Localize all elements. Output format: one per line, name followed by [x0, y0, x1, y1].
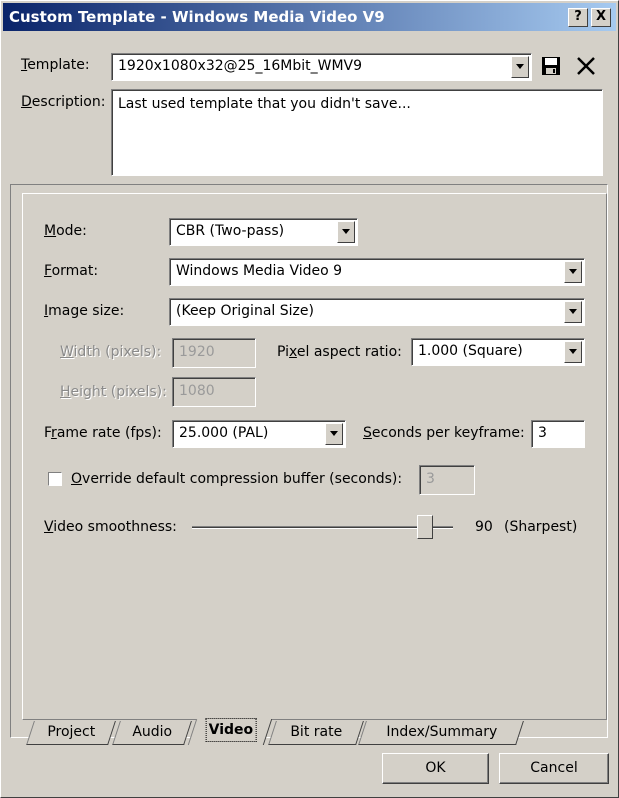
- help-button[interactable]: ?: [568, 8, 588, 27]
- frame-rate-combo[interactable]: 25.000 (PAL): [172, 420, 346, 448]
- image-size-label: Image size:: [44, 303, 125, 319]
- chevron-down-icon[interactable]: [564, 301, 582, 323]
- ok-button[interactable]: OK: [382, 753, 489, 784]
- chevron-down-icon[interactable]: [325, 423, 343, 445]
- description-field[interactable]: Last used template that you didn't save.…: [111, 89, 603, 176]
- keyframe-label: Seconds per keyframe:: [363, 425, 525, 441]
- override-label[interactable]: Override default compression buffer (sec…: [71, 471, 402, 487]
- cancel-button[interactable]: Cancel: [499, 753, 609, 784]
- mode-combo[interactable]: CBR (Two-pass): [169, 218, 358, 246]
- description-label: Description:: [21, 94, 106, 110]
- override-checkbox[interactable]: [48, 472, 62, 486]
- mode-value: CBR (Two-pass): [176, 223, 285, 239]
- width-field: 1920: [172, 338, 256, 368]
- height-field: 1080: [172, 377, 256, 407]
- floppy-disk-icon[interactable]: [541, 56, 561, 76]
- x-icon[interactable]: [575, 55, 597, 77]
- chevron-down-icon[interactable]: [511, 56, 529, 78]
- override-value: 3: [426, 471, 435, 487]
- description-value: Last used template that you didn't save.…: [118, 96, 411, 112]
- pixel-aspect-value: 1.000 (Square): [418, 343, 523, 359]
- window-title: Custom Template - Windows Media Video V9: [9, 8, 385, 26]
- smoothness-slider-track[interactable]: [192, 526, 453, 529]
- format-value: Windows Media Video 9: [176, 263, 343, 279]
- frame-rate-label: Frame rate (fps):: [44, 425, 162, 441]
- tab-video[interactable]: Video: [187, 718, 273, 745]
- template-value: 1920x1080x32@25_16Mbit_WMV9: [118, 58, 363, 74]
- pixel-aspect-label: Pixel aspect ratio:: [277, 344, 402, 360]
- smoothness-desc: (Sharpest): [504, 519, 578, 535]
- chevron-down-icon[interactable]: [337, 221, 355, 243]
- tab-project[interactable]: Project: [26, 721, 116, 745]
- format-label: Format:: [44, 263, 99, 279]
- smoothness-value: 90: [475, 519, 493, 535]
- width-value: 1920: [179, 344, 215, 360]
- chevron-down-icon[interactable]: [564, 261, 582, 283]
- height-value: 1080: [179, 383, 215, 399]
- tab-bit-rate[interactable]: Bit rate: [268, 721, 364, 745]
- title-bar[interactable]: Custom Template - Windows Media Video V9…: [3, 3, 616, 31]
- height-label: Height (pixels):: [60, 384, 167, 400]
- tab-index-summary[interactable]: Index/Summary: [358, 721, 524, 745]
- frame-rate-value: 25.000 (PAL): [179, 425, 269, 441]
- chevron-down-icon[interactable]: [564, 341, 582, 363]
- mode-label: Mode:: [44, 223, 87, 239]
- smoothness-label: Video smoothness:: [44, 519, 177, 535]
- close-button[interactable]: X: [591, 8, 611, 27]
- template-combo[interactable]: 1920x1080x32@25_16Mbit_WMV9: [111, 53, 532, 81]
- format-combo[interactable]: Windows Media Video 9: [169, 258, 585, 286]
- smoothness-slider-thumb[interactable]: [417, 515, 433, 539]
- pixel-aspect-combo[interactable]: 1.000 (Square): [411, 338, 585, 366]
- width-label: Width (pixels):: [60, 344, 162, 360]
- image-size-combo[interactable]: (Keep Original Size): [169, 298, 585, 326]
- tab-audio[interactable]: Audio: [112, 721, 192, 745]
- image-size-value: (Keep Original Size): [176, 303, 314, 319]
- override-field: 3: [419, 465, 475, 495]
- custom-template-dialog: Custom Template - Windows Media Video V9…: [0, 0, 619, 798]
- keyframe-field[interactable]: 3: [531, 420, 585, 448]
- tab-strip: Project Audio Video Bit rate Index/Summa…: [22, 718, 608, 745]
- keyframe-value: 3: [538, 425, 547, 441]
- template-label: Template:: [21, 57, 90, 73]
